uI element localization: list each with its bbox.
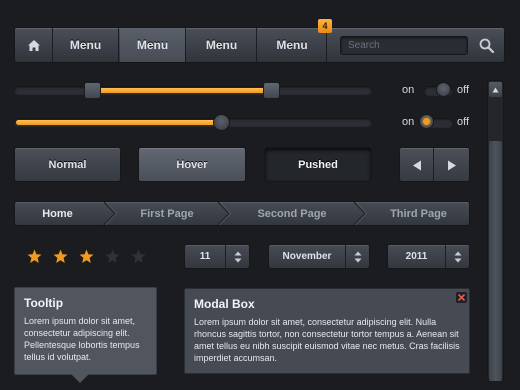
breadcrumb-first-page[interactable]: First Page [117, 202, 217, 225]
hover-button[interactable]: Hover [138, 147, 246, 182]
month-stepper-button[interactable] [345, 245, 369, 268]
tooltip-title: Tooltip [24, 296, 64, 310]
toggle-1-knob[interactable] [436, 82, 451, 97]
modal-title: Modal Box [194, 297, 255, 311]
breadcrumb-second-page[interactable]: Second Page [231, 202, 353, 225]
range-slider-min-handle[interactable] [84, 82, 102, 99]
year-stepper-button[interactable] [445, 245, 469, 268]
toggle-1-on-label: on [402, 84, 415, 96]
prev-button[interactable] [400, 148, 434, 183]
month-value: November [282, 251, 332, 262]
breadcrumb-separator [103, 202, 117, 225]
notification-badge: 4 [318, 19, 332, 33]
star-filled-icon[interactable] [79, 249, 94, 264]
nav-bar: Menu Menu Menu Menu 4 [14, 19, 505, 63]
tooltip-body: Lorem ipsum dolor sit amet, consectetur … [24, 316, 140, 362]
toggle-2-off-label: off [457, 116, 470, 128]
month-spinner[interactable]: November [268, 244, 370, 269]
nav-menu-3[interactable]: Menu [187, 28, 257, 62]
value-slider-track[interactable] [14, 118, 372, 127]
star-filled-icon[interactable] [27, 249, 42, 264]
next-button[interactable] [435, 148, 469, 183]
nav-menu-1[interactable]: Menu [53, 28, 119, 62]
modal-body: Lorem ipsum dolor sit amet, consectetur … [194, 317, 460, 363]
breadcrumb-separator [217, 202, 231, 225]
triangle-left-icon [412, 160, 421, 171]
triangle-right-icon [448, 160, 456, 171]
range-slider-track[interactable] [14, 86, 372, 95]
day-value: 11 [199, 251, 211, 262]
triangle-up-icon [492, 87, 499, 92]
scroll-thumb[interactable] [489, 141, 502, 381]
normal-button[interactable]: Normal [14, 147, 121, 182]
toggle-2-knob[interactable] [419, 114, 434, 129]
tooltip-pointer [71, 374, 89, 383]
breadcrumb: Home First Page Second Page Third Page [14, 201, 470, 226]
nav-menu-2[interactable]: Menu [120, 28, 186, 62]
updown-arrows-icon [354, 251, 361, 262]
range-slider-fill [92, 88, 272, 93]
scroll-up-button[interactable] [489, 82, 502, 97]
star-empty-icon[interactable] [105, 249, 120, 264]
toggle-on-indicator [423, 118, 430, 125]
breadcrumb-third-page[interactable]: Third Page [367, 202, 469, 225]
updown-arrows-icon [454, 251, 461, 262]
search-icon[interactable] [478, 37, 496, 55]
value-slider-fill [16, 120, 222, 125]
pager-button-group [399, 147, 470, 183]
range-slider-max-handle[interactable] [263, 82, 281, 99]
toggle-1-off-label: off [457, 84, 470, 96]
scrollbar[interactable] [487, 80, 504, 381]
day-stepper-button[interactable] [225, 245, 249, 268]
search-input[interactable] [340, 36, 468, 55]
breadcrumb-home[interactable]: Home [15, 202, 100, 225]
year-value: 2011 [405, 251, 428, 262]
home-button[interactable] [15, 28, 53, 62]
year-spinner[interactable]: 2011 [387, 244, 470, 269]
tooltip: Tooltip Lorem ipsum dolor sit amet, cons… [14, 287, 157, 375]
modal-box: Modal Box Lorem ipsum dolor sit amet, co… [184, 288, 470, 374]
updown-arrows-icon [234, 251, 241, 262]
home-icon [27, 39, 40, 51]
star-filled-icon[interactable] [53, 249, 68, 264]
modal-close-button[interactable] [456, 292, 467, 303]
day-spinner[interactable]: 11 [184, 244, 250, 269]
toggle-2-on-label: on [402, 116, 415, 128]
value-slider-handle[interactable] [213, 114, 231, 131]
nav-menu-4[interactable]: Menu [258, 28, 327, 62]
breadcrumb-separator [353, 202, 367, 225]
star-empty-icon[interactable] [131, 249, 146, 264]
pushed-button[interactable]: Pushed [264, 147, 372, 182]
close-icon [458, 294, 465, 301]
